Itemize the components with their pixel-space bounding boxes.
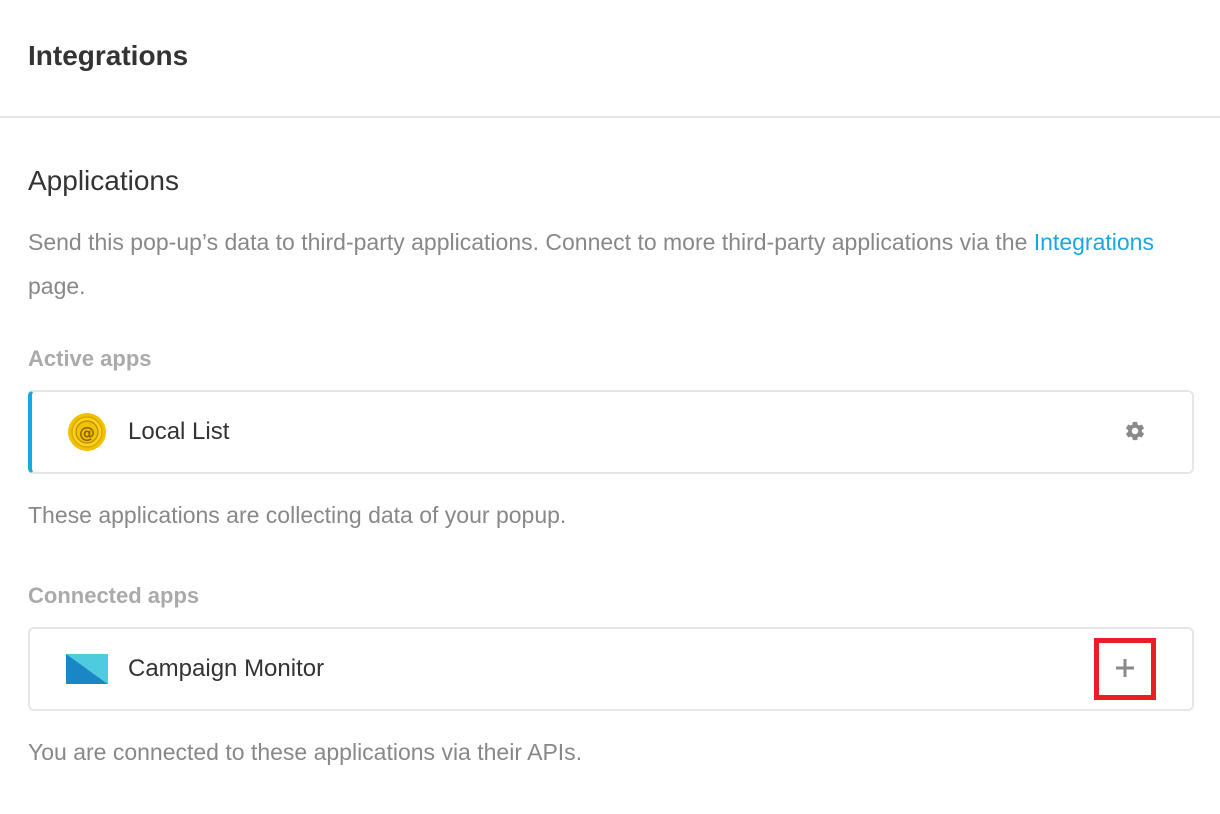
connected-apps-note: You are connected to these applications … <box>28 739 583 765</box>
applications-title: Applications <box>28 165 179 196</box>
page-title: Integrations <box>28 40 189 71</box>
description-text-after: page. <box>28 273 86 299</box>
integrations-link[interactable]: Integrations <box>1034 229 1154 255</box>
applications-description: Send this pop-up’s data to third-party a… <box>28 220 1158 308</box>
app-row-local-list: @ Local List <box>28 390 1194 474</box>
description-text-before: Send this pop-up’s data to third-party a… <box>28 229 1034 255</box>
gear-icon <box>1124 420 1146 445</box>
page-header: Integrations <box>0 0 1220 118</box>
plus-icon <box>1115 658 1135 681</box>
app-name-campaign-monitor: Campaign Monitor <box>128 655 325 682</box>
active-apps-note: These applications are collecting data o… <box>28 502 567 528</box>
connected-apps-label: Connected apps <box>28 583 200 608</box>
svg-text:@: @ <box>79 423 95 442</box>
local-list-icon: @ <box>66 411 108 453</box>
main-content: Applications Send this pop-up’s data to … <box>0 164 1220 766</box>
campaign-monitor-icon <box>66 648 108 690</box>
add-campaign-monitor-button[interactable] <box>1094 638 1156 700</box>
active-apps-label: Active apps <box>28 346 152 371</box>
local-list-settings-button[interactable] <box>1104 401 1166 463</box>
app-row-campaign-monitor: Campaign Monitor <box>28 627 1194 711</box>
app-name-local-list: Local List <box>128 418 230 445</box>
